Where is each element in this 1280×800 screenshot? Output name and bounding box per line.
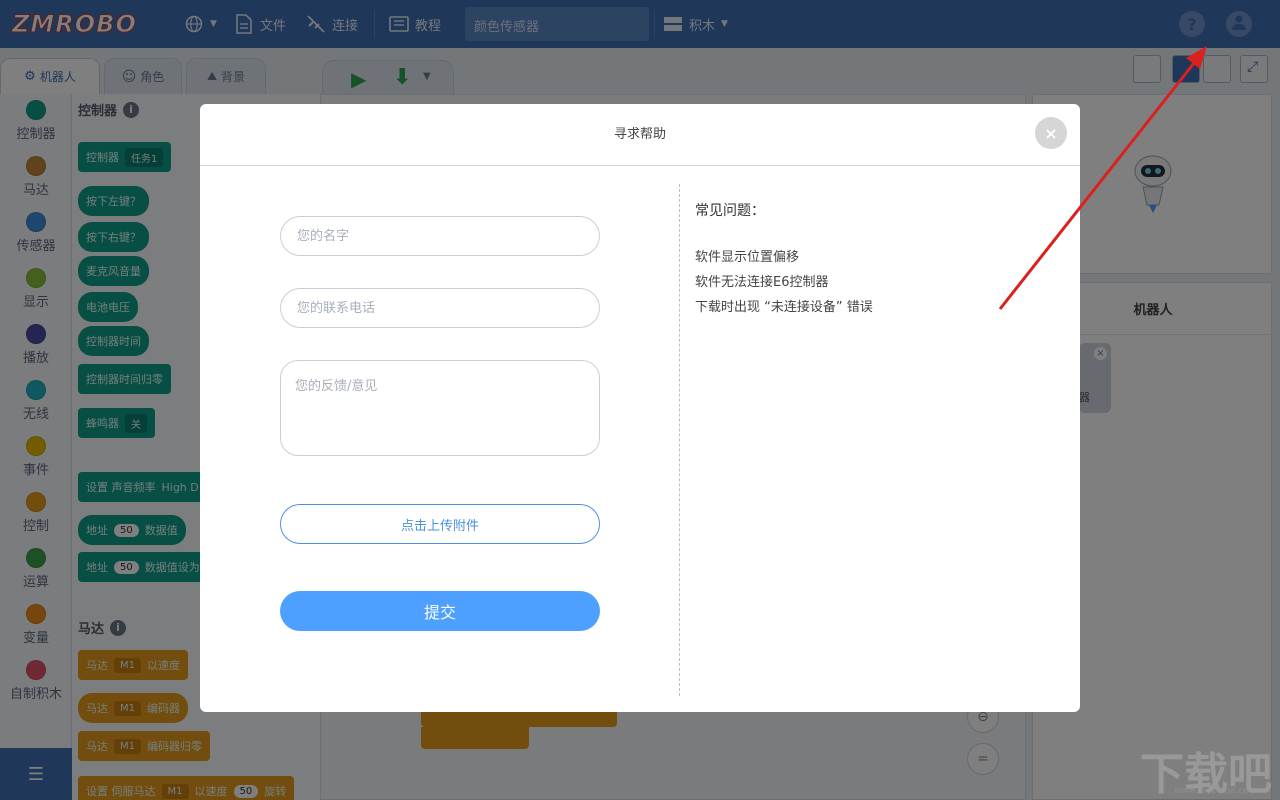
- watermark-url: www.xiazaiba.com: [1174, 786, 1258, 796]
- faq-title: 常见问题：: [695, 203, 765, 219]
- name-input[interactable]: [280, 216, 600, 256]
- phone-input[interactable]: [280, 288, 600, 328]
- faq-link[interactable]: 软件显示位置偏移: [695, 249, 873, 274]
- dialog-title: 寻求帮助: [200, 104, 1080, 166]
- submit-button[interactable]: 提交: [280, 591, 600, 631]
- dialog-divider: [679, 184, 680, 696]
- feedback-textarea[interactable]: [280, 360, 600, 456]
- upload-attachment-button[interactable]: 点击上传附件: [280, 504, 600, 544]
- close-icon: ×: [1044, 123, 1058, 143]
- help-dialog: 寻求帮助 × 点击上传附件 提交 常见问题： 软件显示位置偏移 软件无法连接E6…: [200, 104, 1080, 712]
- faq-list: 软件显示位置偏移 软件无法连接E6控制器 下载时出现 “未连接设备” 错误: [695, 249, 873, 324]
- faq-link[interactable]: 软件无法连接E6控制器: [695, 274, 873, 299]
- faq-link[interactable]: 下载时出现 “未连接设备” 错误: [695, 299, 873, 324]
- dialog-close-button[interactable]: ×: [1035, 117, 1067, 149]
